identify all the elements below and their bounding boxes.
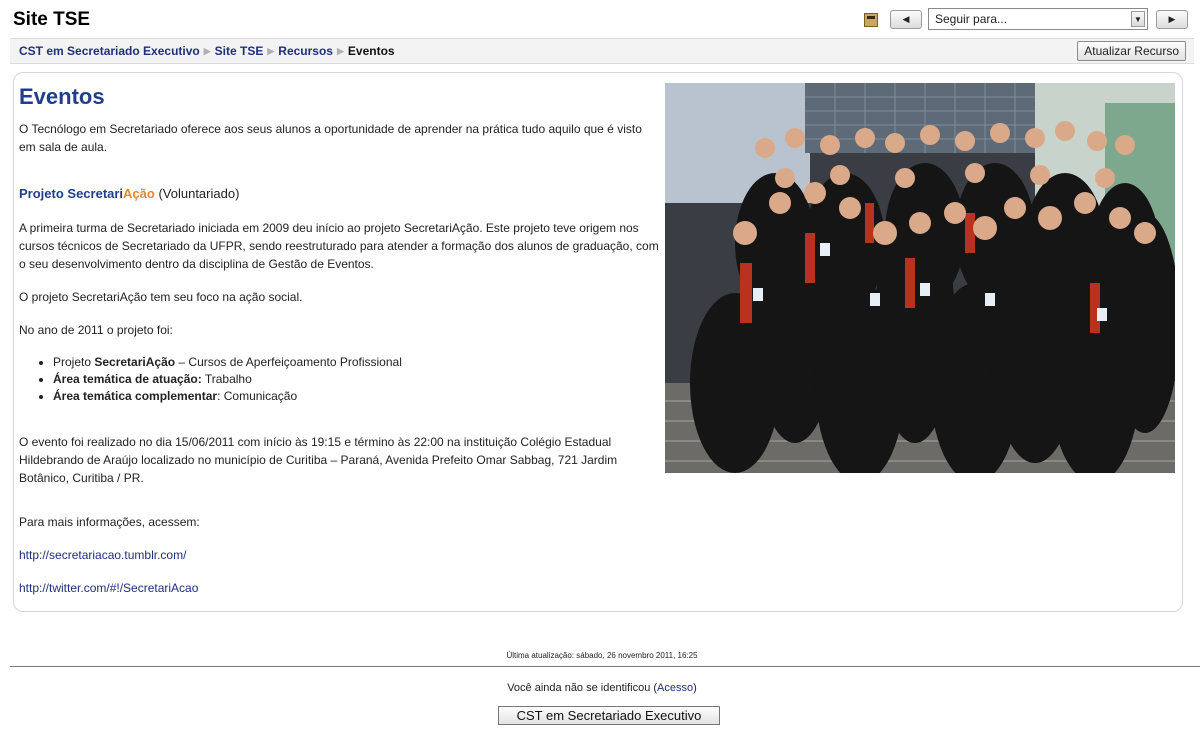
project-title-part1: Projeto Secretari bbox=[19, 186, 124, 201]
more-info-text: Para mais informações, acessem: bbox=[19, 515, 200, 529]
breadcrumb-bar: CST em Secretariado Executivo ▶ Site TSE ▶ R… bbox=[10, 38, 1194, 64]
group-photo bbox=[665, 83, 1175, 473]
previous-button[interactable]: ◀ bbox=[890, 9, 922, 29]
breadcrumb-link-site[interactable]: Site TSE bbox=[215, 44, 264, 58]
event-details-text: O evento foi realizado no dia 15/06/2011… bbox=[19, 435, 618, 485]
next-button[interactable]: ▶ bbox=[1156, 9, 1188, 29]
update-resource-button[interactable]: Atualizar Recurso bbox=[1077, 41, 1186, 61]
tumblr-link[interactable]: http://secretariacao.tumblr.com/ bbox=[19, 548, 186, 562]
main-content: Eventos O Tecnólogo em Secretariado ofer… bbox=[19, 84, 659, 612]
list-item: Área temática complementar: Comunicação bbox=[53, 388, 659, 405]
header-controls: ◀ Seguir para... ▼ ▶ bbox=[864, 8, 1192, 30]
project-history-text: A primeira turma de Secretariado iniciad… bbox=[19, 221, 659, 271]
breadcrumb: CST em Secretariado Executivo ▶ Site TSE ▶ R… bbox=[19, 44, 395, 58]
list-item: Projeto SecretariAção – Cursos de Aperfe… bbox=[53, 354, 659, 371]
breadcrumb-separator-icon: ▶ bbox=[336, 46, 344, 56]
resource-page-icon bbox=[864, 13, 878, 27]
last-update-text: Última atualização: sábado, 26 novembro … bbox=[506, 651, 698, 660]
page-header: Site TSE ◀ Seguir para... ▼ ▶ bbox=[0, 0, 1204, 34]
breadcrumb-separator-icon: ▶ bbox=[267, 46, 275, 56]
footer-divider bbox=[10, 666, 1200, 667]
project-title-part3: (Voluntariado) bbox=[154, 186, 240, 201]
login-link[interactable]: Acesso bbox=[657, 682, 693, 694]
triangle-left-icon: ◀ bbox=[902, 13, 910, 24]
breadcrumb-current: Eventos bbox=[347, 44, 395, 58]
chevron-down-icon[interactable]: ▼ bbox=[1131, 11, 1145, 27]
breadcrumb-separator-icon: ▶ bbox=[203, 46, 211, 56]
project-year-text: No ano de 2011 o projeto foi: bbox=[19, 323, 173, 337]
group-photo-image bbox=[665, 83, 1175, 473]
jump-to-select[interactable]: Seguir para... ▼ bbox=[928, 8, 1148, 30]
site-title: Site TSE bbox=[13, 9, 91, 30]
login-info: Você ainda não se identificou (Acesso) bbox=[507, 682, 697, 694]
intro-text: O Tecnólogo em Secretariado oferece aos … bbox=[19, 122, 642, 154]
project-title-part2: Ação bbox=[123, 186, 155, 201]
jump-to-value: Seguir para... bbox=[935, 12, 1008, 26]
project-focus-text: O projeto SecretariAção tem seu foco na … bbox=[19, 290, 303, 304]
project-title: Projeto SecretariAção (Voluntariado) bbox=[19, 185, 659, 203]
triangle-right-icon: ▶ bbox=[1168, 13, 1176, 24]
page-title: Eventos bbox=[19, 84, 105, 109]
course-home-button[interactable]: CST em Secretariado Executivo bbox=[498, 706, 720, 725]
twitter-link[interactable]: http://twitter.com/#!/SecretariAcao bbox=[19, 581, 198, 595]
breadcrumb-link-course[interactable]: CST em Secretariado Executivo bbox=[19, 44, 200, 58]
breadcrumb-link-resources[interactable]: Recursos bbox=[278, 44, 333, 58]
project-topics-list: Projeto SecretariAção – Cursos de Aperfe… bbox=[19, 354, 659, 405]
list-item: Área temática de atuação: Trabalho bbox=[53, 371, 659, 388]
